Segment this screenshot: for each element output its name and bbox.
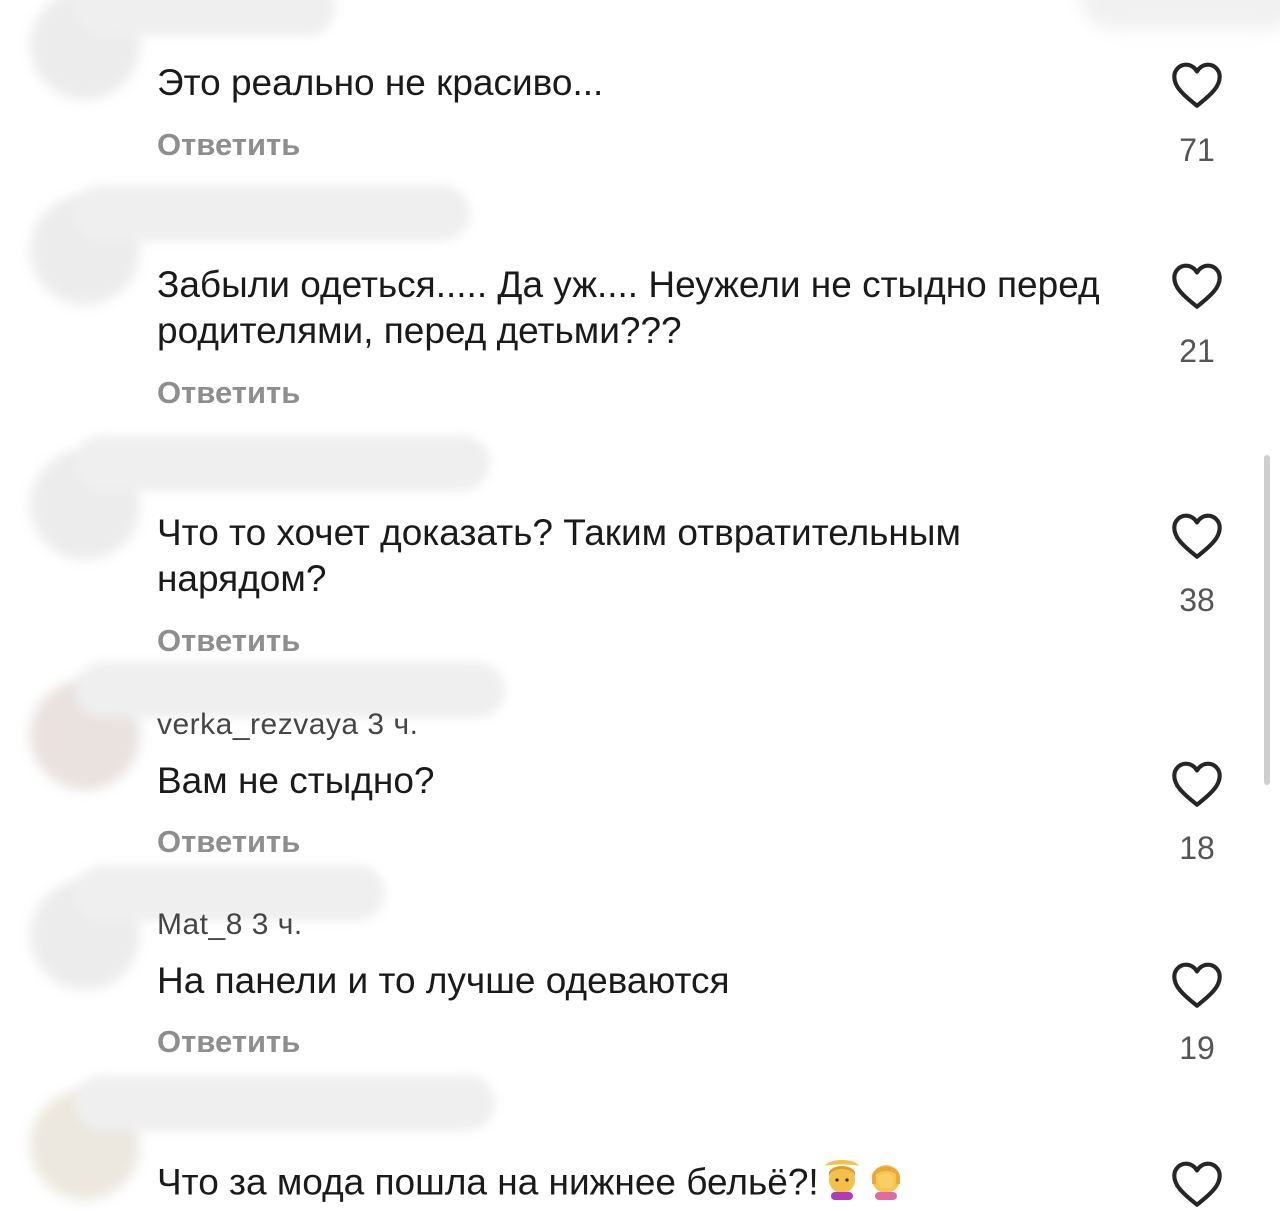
like-count: 21 (1179, 333, 1215, 369)
comment-text: Что за мода пошла на нижнее бельё?! (157, 1158, 1127, 1211)
blurred-header-fragment (1080, 0, 1280, 30)
comment-text: Это реально не красиво... (157, 62, 604, 103)
like-button[interactable] (1170, 61, 1224, 109)
comment-text-content: Что за мода пошла на нижнее бельё?! (157, 1161, 819, 1203)
like-button[interactable] (1170, 262, 1224, 310)
comment-text: Вам не стыдно? (157, 760, 435, 801)
heart-outline-icon (1172, 263, 1222, 309)
heart-outline-icon (1172, 1161, 1222, 1207)
heart-outline-icon (1172, 62, 1222, 108)
like-count: 19 (1179, 1030, 1215, 1066)
like-button[interactable] (1170, 961, 1224, 1009)
comment-username[interactable]: verka_rezvaya 3 ч. (157, 708, 418, 742)
like-count: 71 (1179, 132, 1215, 168)
reply-button[interactable]: Ответить (157, 375, 300, 411)
woman-gesturing-ok-emoji (821, 1158, 863, 1211)
comment-text: Забыли одеться..... Да уж.... Неужели не… (157, 264, 1100, 351)
like-button[interactable] (1170, 1160, 1224, 1208)
reply-button[interactable]: Ответить (157, 623, 300, 659)
blurred-username (75, 185, 470, 241)
reply-button[interactable]: Ответить (157, 1024, 300, 1060)
scrollbar[interactable] (1264, 455, 1270, 785)
like-button[interactable] (1170, 760, 1224, 808)
reply-button[interactable]: Ответить (157, 127, 300, 163)
like-count: 38 (1179, 582, 1215, 618)
blurred-username (75, 435, 490, 491)
heart-outline-icon (1172, 962, 1222, 1008)
like-count: 18 (1179, 830, 1215, 866)
reply-button[interactable]: Ответить (157, 824, 300, 860)
blurred-username (75, 1075, 495, 1131)
comment-username[interactable]: Mat_8 3 ч. (157, 908, 303, 942)
blurred-username (75, 0, 335, 36)
comment-text: На панели и то лучше одеваются (157, 960, 730, 1001)
heart-outline-icon (1172, 761, 1222, 807)
comment-text: Что то хочет доказать? Таким отвратитель… (157, 512, 961, 599)
heart-outline-icon (1172, 513, 1222, 559)
like-button[interactable] (1170, 512, 1224, 560)
woman-facepalming-emoji (865, 1158, 907, 1211)
